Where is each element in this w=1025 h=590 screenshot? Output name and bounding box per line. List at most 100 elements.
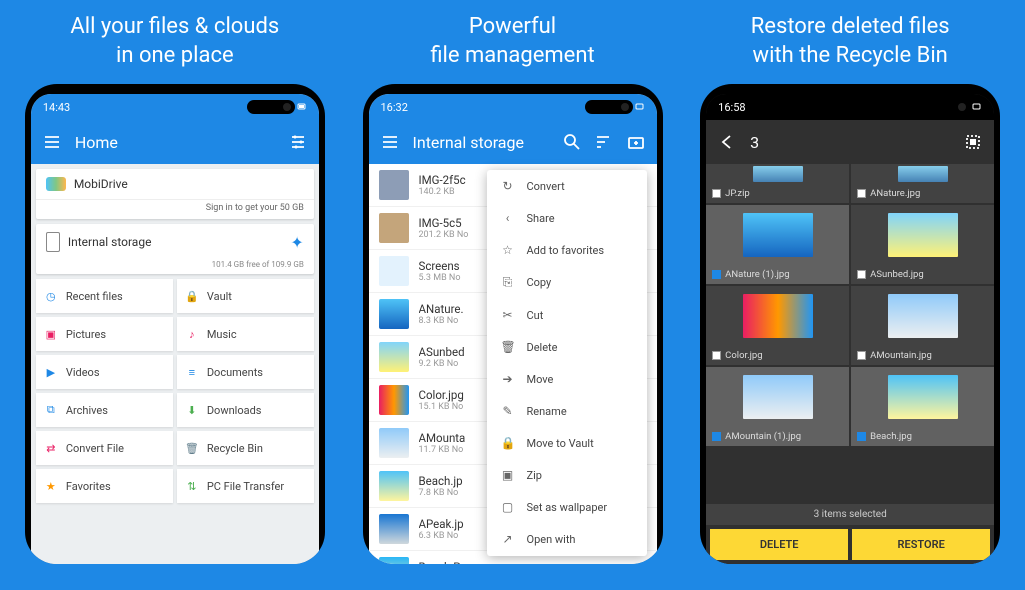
item-name: AMountain (1).jpg [725,431,801,442]
back-icon[interactable] [718,133,736,151]
app-bar: Internal storage [369,120,657,164]
music-icon: ♪ [185,327,199,341]
mobidrive-label: MobiDrive [74,177,128,191]
menu-delete[interactable]: 🗑 Delete [487,331,647,363]
new-folder-icon[interactable] [627,133,645,151]
checkbox-icon[interactable] [857,432,866,441]
status-time: 16:32 [381,101,408,114]
grid-label: Downloads [207,404,262,417]
search-icon[interactable] [563,133,581,151]
grid-item-pc-file-transfer[interactable]: ⇅PC File Transfer [177,469,314,503]
selection-count: 3 [750,133,950,152]
menu-icon[interactable] [43,133,61,151]
grid-item-music[interactable]: ♪Music [177,317,314,351]
grid-item-vault[interactable]: 🔒Vault [177,279,314,313]
item-name: Beach.jpg [870,431,912,442]
grid-label: PC File Transfer [207,480,284,493]
menu-icon: ➔ [501,372,515,386]
phone-frame-3: 16:58 3 JP.zipANature.jpgANature (1).jpg… [700,84,1000,564]
checkbox-icon[interactable] [712,432,721,441]
grid-item-videos[interactable]: ▶Videos [36,355,173,389]
delete-button[interactable]: DELETE [710,529,848,560]
grid-label: Pictures [66,328,106,341]
recycle-item[interactable]: Beach.jpg [851,367,994,446]
grid-label: Videos [66,366,100,379]
file-thumb [379,299,409,329]
checkbox-icon[interactable] [857,189,866,198]
recycle-item[interactable]: Color.jpg [706,286,849,365]
recycle-item[interactable]: ANature.jpg [851,164,994,203]
recycle-item[interactable]: ANature (1).jpg [706,205,849,284]
clock-icon: ◷ [44,289,58,303]
thumb [888,294,958,338]
phone-frame-2: 16:32 Internal storage IMG-2f5c 140.2 KB [363,84,663,564]
sort-icon[interactable] [595,133,613,151]
menu-zip[interactable]: ▣ Zip [487,459,647,491]
checkbox-icon[interactable] [712,270,721,279]
storage-name: Internal storage [68,235,283,249]
restore-button[interactable]: RESTORE [852,529,990,560]
menu-label: Move to Vault [527,437,594,450]
recycle-item[interactable]: AMountain (1).jpg [706,367,849,446]
grid-label: Vault [207,290,232,303]
grid-item-favorites[interactable]: ★Favorites [36,469,173,503]
menu-create-shortcut[interactable]: ↗Create shortcut [487,555,647,556]
menu-icon: ✎ [501,404,515,418]
menu-rename[interactable]: ✎Rename [487,395,647,427]
checkbox-icon[interactable] [712,189,721,198]
signin-text: Sign in to get your 50 GB [36,199,314,219]
item-name: ANature (1).jpg [725,269,789,280]
app-bar: 3 [706,120,994,164]
grid-item-downloads[interactable]: ⬇Downloads [177,393,314,427]
equalizer-icon[interactable] [289,133,307,151]
grid-item-pictures[interactable]: ▣Pictures [36,317,173,351]
checkbox-icon[interactable] [712,351,721,360]
menu-label: Copy [527,276,552,289]
headline-1: All your files & cloudsin one place [70,12,279,72]
grid-item-recent-files[interactable]: ◷Recent files [36,279,173,313]
menu-label: Add to favorites [527,244,605,257]
menu-share[interactable]: ‹Share [487,202,647,234]
menu-cut[interactable]: ✂Cut [487,299,647,331]
menu-open-with[interactable]: ↗Open with [487,523,647,555]
grid-item-recycle-bin[interactable]: 🗑Recycle Bin [177,431,314,465]
file-thumb [379,213,409,243]
mobidrive-card[interactable]: MobiDrive Sign in to get your 50 GB [36,169,314,219]
menu-label: Delete [527,341,558,354]
star-icon: ★ [44,479,58,493]
status-time: 14:43 [43,101,70,114]
context-menu: ↻Convert‹Share☆Add to favorites⎘Copy✂Cut… [487,170,647,556]
menu-add-to-favorites[interactable]: ☆Add to favorites [487,234,647,266]
menu-label: Cut [527,309,544,322]
menu-copy[interactable]: ⎘Copy [487,266,647,299]
menu-move-to-vault[interactable]: 🔒Move to Vault [487,427,647,459]
menu-label: Share [527,212,555,225]
grid-label: Convert File [66,442,124,455]
select-all-icon[interactable] [964,133,982,151]
recycle-item[interactable]: AMountain.jpg [851,286,994,365]
menu-icon: ↗ [501,532,515,546]
checkbox-icon[interactable] [857,351,866,360]
grid-item-convert-file[interactable]: ⇄ Convert File [36,431,173,465]
menu-convert[interactable]: ↻Convert [487,170,647,202]
checkbox-icon[interactable] [857,270,866,279]
recycle-item[interactable]: ASunbed.jpg [851,205,994,284]
menu-move[interactable]: ➔Move [487,363,647,395]
clean-icon[interactable]: ✦ [290,233,303,252]
grid-item-documents[interactable]: ≡Documents [177,355,314,389]
item-name: ASunbed.jpg [870,269,924,280]
menu-label: Zip [527,469,542,482]
thumb [743,375,813,419]
grid-item-archives[interactable]: ⧉Archives [36,393,173,427]
menu-icon: 🗑 [501,340,515,354]
selection-bar: 3 items selected [706,504,994,525]
convert-icon: ⇄ [44,441,58,455]
menu-set-as-wallpaper[interactable]: ▢Set as wallpaper [487,491,647,523]
menu-icon[interactable] [381,133,399,151]
thumb [888,375,958,419]
grid-label: Archives [66,404,108,417]
storage-card[interactable]: Internal storage ✦ 101.4 GB free of 109.… [36,224,314,274]
recycle-item[interactable]: JP.zip [706,164,849,203]
mobidrive-logo-icon [46,177,66,191]
menu-icon: ▣ [501,468,515,482]
